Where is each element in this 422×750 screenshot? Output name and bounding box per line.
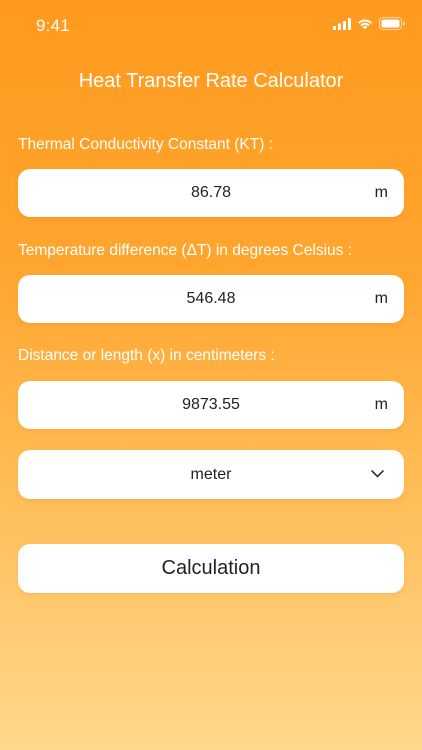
distance-label: Distance or length (x) in centimeters : [18,347,275,364]
distance-unit: m [374,396,388,413]
cellular-signal-icon [333,17,351,30]
unit-select[interactable]: meter [18,450,404,499]
distance-input[interactable] [18,381,404,429]
temperature-difference-field: m [18,275,404,323]
status-icons [333,17,406,30]
status-time: 9:41 [36,16,70,35]
page-title: Heat Transfer Rate Calculator [78,70,344,92]
distance-field: m [18,381,404,429]
unit-select-value: meter [190,466,232,483]
status-bar: 9:41 [0,0,422,50]
battery-icon [379,17,405,30]
temperature-difference-label: Temperature difference (ΔT) in degrees C… [18,242,352,259]
wifi-icon [358,19,372,29]
temperature-difference-input[interactable] [18,275,404,323]
thermal-conductivity-input[interactable] [18,169,404,217]
chevron-down-icon [371,470,384,478]
thermal-conductivity-label: Thermal Conductivity Constant (KT) : [18,136,273,153]
temperature-difference-unit: m [374,290,388,307]
thermal-conductivity-field: m [18,169,404,217]
thermal-conductivity-unit: m [374,184,388,201]
calculate-button[interactable]: Calculation [18,544,404,593]
